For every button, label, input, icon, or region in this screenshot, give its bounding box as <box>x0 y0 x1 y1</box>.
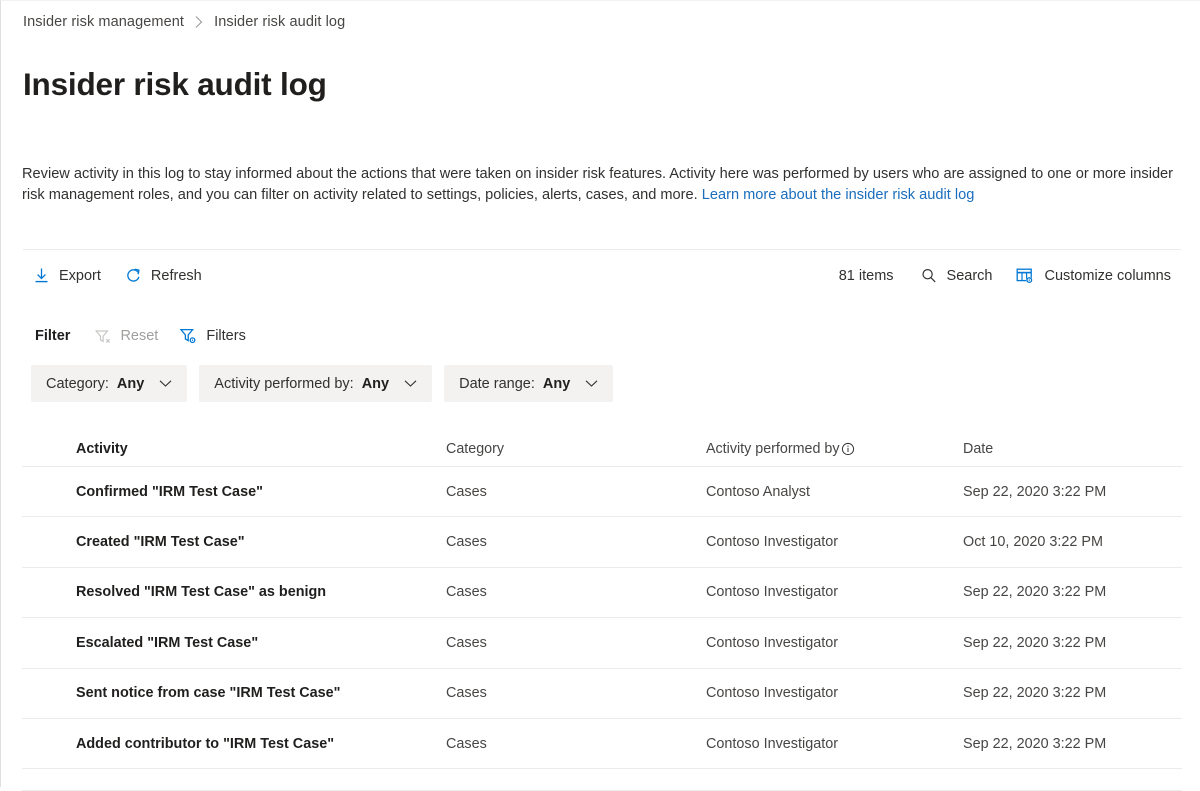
filters-label: Filters <box>206 328 245 344</box>
breadcrumb-item-insider-risk-audit-log[interactable]: Insider risk audit log <box>214 14 345 30</box>
table-row[interactable]: Created "IRM Test Case" Cases Contoso In… <box>22 517 1182 567</box>
refresh-button[interactable]: Refresh <box>115 262 212 289</box>
table-row[interactable]: Resolved "IRM Test Case" as benign Cases… <box>22 568 1182 618</box>
cell-category: Cases <box>446 584 706 600</box>
command-bar: Export Refresh 81 items <box>23 262 1181 298</box>
cell-performed-by: Contoso Analyst <box>706 484 963 500</box>
refresh-icon <box>125 267 142 284</box>
insider-risk-audit-log-page: Insider risk management Insider risk aud… <box>0 0 1200 787</box>
chevron-down-icon <box>404 379 417 388</box>
filter-pill-category-label: Category: <box>46 376 109 392</box>
cell-category: Cases <box>446 484 706 500</box>
funnel-clear-icon <box>94 328 112 345</box>
column-header-category-label: Category <box>446 441 504 457</box>
table-row[interactable]: Confirmed "IRM Test Case" Cases Contoso … <box>22 467 1182 517</box>
cell-activity: Escalated "IRM Test Case" <box>76 635 446 651</box>
reset-filters-button[interactable]: Reset <box>85 323 167 350</box>
column-header-date-label: Date <box>963 441 993 457</box>
cell-activity: Created "IRM Test Case" <box>76 534 446 550</box>
filter-pill-date-range-value: Any <box>543 376 570 392</box>
column-header-activity-performed-by-label: Activity performed by <box>706 441 839 457</box>
cell-date: Sep 22, 2020 3:22 PM <box>963 635 1182 651</box>
cell-activity: Confirmed "IRM Test Case" <box>76 484 446 500</box>
reset-label: Reset <box>120 328 158 344</box>
cell-performed-by: Contoso Investigator <box>706 685 963 701</box>
filter-pill-activity-performed-by[interactable]: Activity performed by: Any <box>199 365 432 402</box>
export-button[interactable]: Export <box>23 262 111 289</box>
page-description: Review activity in this log to stay info… <box>22 164 1174 208</box>
filter-label: Filter <box>35 328 70 344</box>
items-count: 81 items <box>829 263 906 289</box>
cell-category: Cases <box>446 685 706 701</box>
column-header-category[interactable]: Category <box>446 441 706 457</box>
breadcrumb: Insider risk management Insider risk aud… <box>23 14 345 30</box>
filter-pill-category[interactable]: Category: Any <box>31 365 187 402</box>
cell-performed-by: Contoso Investigator <box>706 584 963 600</box>
search-button[interactable]: Search <box>910 262 1003 290</box>
table-row[interactable]: Added contributor to "IRM Test Case" Cas… <box>22 719 1182 769</box>
filter-pill-activity-performed-by-value: Any <box>362 376 389 392</box>
search-icon <box>920 267 938 285</box>
cell-category: Cases <box>446 534 706 550</box>
cell-performed-by: Contoso Investigator <box>706 736 963 752</box>
cell-category: Cases <box>446 736 706 752</box>
filter-pill-date-range[interactable]: Date range: Any <box>444 365 613 402</box>
funnel-settings-icon <box>179 327 198 345</box>
cell-date: Sep 22, 2020 3:22 PM <box>963 736 1182 752</box>
chevron-right-icon <box>194 15 204 29</box>
filters-button[interactable]: Filters <box>170 322 254 350</box>
filter-pill-category-value: Any <box>117 376 144 392</box>
table-settings-icon <box>1016 267 1035 285</box>
cell-performed-by: Contoso Investigator <box>706 534 963 550</box>
cell-category: Cases <box>446 635 706 651</box>
command-bar-left-group: Export Refresh <box>23 262 212 289</box>
cell-date: Sep 22, 2020 3:22 PM <box>963 484 1182 500</box>
table-header-row: Activity Category Activity performed by … <box>22 431 1182 467</box>
customize-columns-button[interactable]: Customize columns <box>1006 262 1181 290</box>
filter-pill-row: Category: Any Activity performed by: Any… <box>31 365 613 402</box>
cell-activity: Added contributor to "IRM Test Case" <box>76 736 446 752</box>
page-description-text: Review activity in this log to stay info… <box>22 166 1173 204</box>
cell-activity: Resolved "IRM Test Case" as benign <box>76 584 446 600</box>
table-row[interactable]: Sent notice from case "IRM Test Case" Ca… <box>22 669 1182 719</box>
column-header-activity-performed-by[interactable]: Activity performed by <box>706 441 963 457</box>
export-label: Export <box>59 268 101 284</box>
filter-action-row: Filter Reset Filters <box>35 322 255 350</box>
cell-performed-by: Contoso Investigator <box>706 635 963 651</box>
audit-log-table: Activity Category Activity performed by … <box>22 431 1182 791</box>
filter-pill-date-range-label: Date range: <box>459 376 535 392</box>
filter-pill-activity-performed-by-label: Activity performed by: <box>214 376 353 392</box>
download-icon <box>33 267 50 284</box>
cell-activity: Sent notice from case "IRM Test Case" <box>76 685 446 701</box>
chevron-down-icon <box>159 379 172 388</box>
page-title: Insider risk audit log <box>23 67 327 102</box>
table-row[interactable]: Escalated "IRM Test Case" Cases Contoso … <box>22 618 1182 668</box>
table-row-partial <box>22 769 1182 791</box>
cell-date: Sep 22, 2020 3:22 PM <box>963 685 1182 701</box>
breadcrumb-item-insider-risk-management[interactable]: Insider risk management <box>23 14 184 30</box>
cell-date: Oct 10, 2020 3:22 PM <box>963 534 1182 550</box>
learn-more-link[interactable]: Learn more about the insider risk audit … <box>702 187 975 203</box>
column-header-activity-label: Activity <box>76 441 128 457</box>
column-header-date[interactable]: Date <box>963 441 1182 457</box>
search-label: Search <box>947 268 993 284</box>
chevron-down-icon <box>585 379 598 388</box>
customize-columns-label: Customize columns <box>1044 268 1171 284</box>
command-bar-right-group: 81 items Search <box>829 262 1181 290</box>
column-header-activity[interactable]: Activity <box>76 441 446 457</box>
toolbar-divider <box>23 249 1181 250</box>
refresh-label: Refresh <box>151 268 202 284</box>
cell-date: Sep 22, 2020 3:22 PM <box>963 584 1182 600</box>
info-icon[interactable] <box>841 442 855 456</box>
